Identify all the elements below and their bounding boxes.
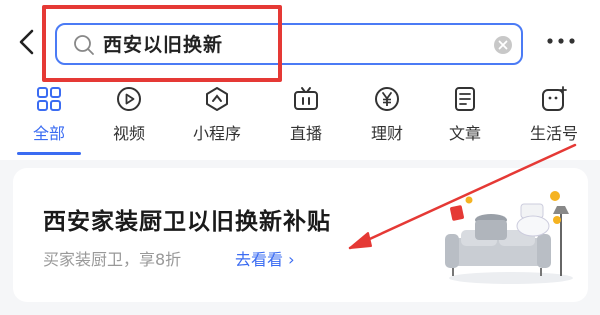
mini-program-icon <box>206 87 228 111</box>
tab-all[interactable]: 全部 <box>7 86 91 150</box>
tab-label: 小程序 <box>192 124 241 143</box>
tab-label: 全部 <box>32 124 65 143</box>
article-icon <box>455 87 475 111</box>
tab-mini-program[interactable]: 小程序 <box>175 86 259 150</box>
category-tabs: 全部 视频 小程序 直播 理财 文章 生活号 <box>0 86 600 156</box>
yen-icon <box>375 87 399 111</box>
life-account-icon <box>542 86 567 111</box>
card-link[interactable]: 去看看 › <box>235 246 295 270</box>
video-play-icon <box>117 87 141 111</box>
tab-video[interactable]: 视频 <box>87 86 171 150</box>
tab-label: 生活号 <box>529 124 578 143</box>
active-tab-indicator <box>17 152 81 155</box>
tab-label: 直播 <box>289 124 322 143</box>
tab-finance[interactable]: 理财 <box>345 86 429 150</box>
card-subtitle: 买家装厨卫，享8折 <box>43 250 182 269</box>
promo-card[interactable]: 西安家装厨卫以旧换新补贴 买家装厨卫，享8折 去看看 › <box>13 168 588 302</box>
tab-live[interactable]: 直播 <box>264 86 348 150</box>
home-appliances-illustration <box>445 191 573 284</box>
top-bar: 西安以旧换新 全部 视频 小程序 直播 理财 文章 生活号 <box>0 0 600 160</box>
grid-icon <box>37 87 61 111</box>
tab-article[interactable]: 文章 <box>423 86 507 150</box>
card-title: 西安家装厨卫以旧换新补贴 <box>43 209 331 235</box>
live-tv-icon <box>294 87 318 110</box>
tab-life-account[interactable]: 生活号 <box>512 86 596 150</box>
back-arrow-icon[interactable] <box>16 28 38 56</box>
tab-label: 文章 <box>448 124 481 143</box>
more-options-icon[interactable] <box>545 36 577 46</box>
tab-label: 理财 <box>370 124 403 143</box>
tab-label: 视频 <box>112 124 145 143</box>
clear-icon[interactable] <box>493 35 513 55</box>
highlight-box <box>42 5 282 82</box>
